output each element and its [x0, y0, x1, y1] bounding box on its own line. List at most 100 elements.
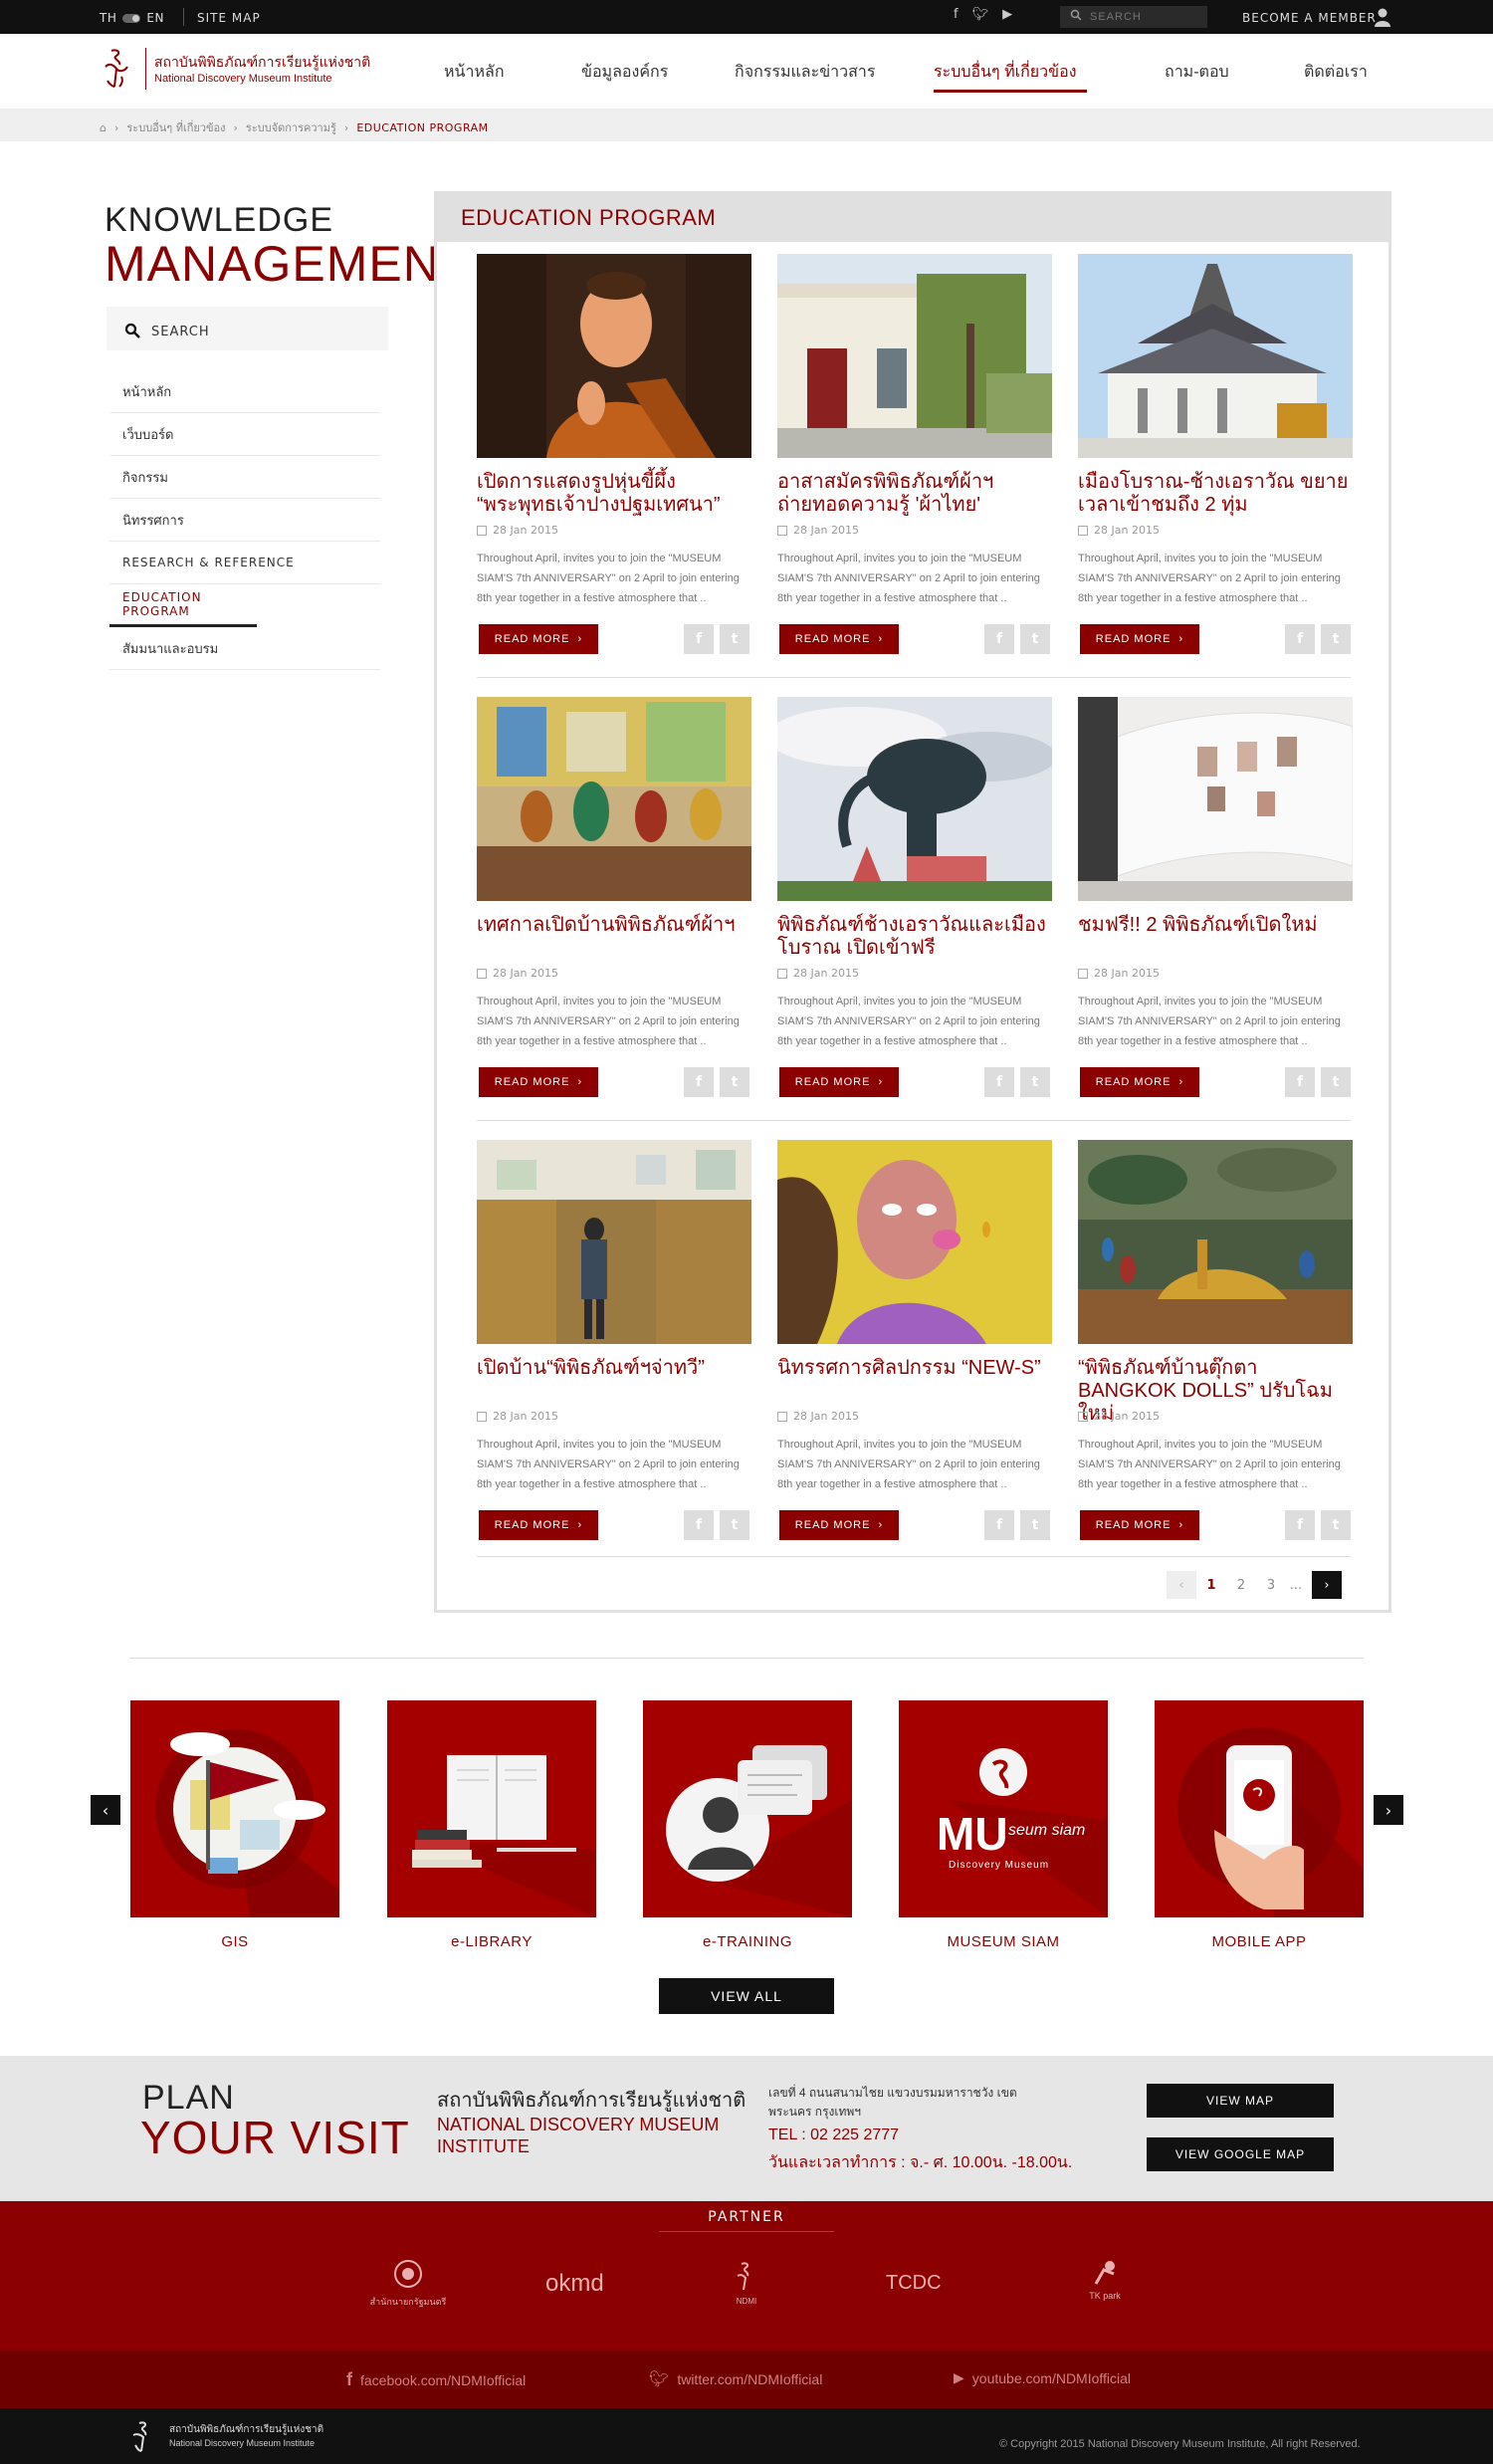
- service-tile-museum-siam[interactable]: MU seum siam Discovery Museum: [899, 1700, 1108, 1917]
- lang-en[interactable]: EN: [146, 11, 164, 25]
- nav-related-systems[interactable]: ระบบอื่นๆ ที่เกี่ยวข้อง: [934, 60, 1077, 85]
- home-icon[interactable]: ⌂: [100, 121, 107, 134]
- sidebar-item-research[interactable]: RESEARCH & REFERENCE: [109, 542, 380, 584]
- nav-faq[interactable]: ถาม-ตอบ: [1165, 60, 1229, 85]
- read-more-button[interactable]: READ MORE ›: [779, 1510, 899, 1540]
- service-label-etraining[interactable]: e-TRAINING: [643, 1933, 852, 1950]
- language-toggle[interactable]: [122, 13, 141, 23]
- language-switch[interactable]: TH EN: [100, 11, 164, 25]
- facebook-share-icon[interactable]: f: [684, 1067, 714, 1097]
- facebook-icon[interactable]: f: [954, 7, 959, 22]
- article-image-dolls-diorama[interactable]: [1078, 1140, 1353, 1344]
- view-map-button[interactable]: VIEW MAP: [1147, 2084, 1334, 2118]
- facebook-share-icon[interactable]: f: [684, 624, 714, 654]
- twitter-share-icon[interactable]: t: [1020, 1067, 1050, 1097]
- twitter-icon[interactable]: 🐦︎: [972, 7, 989, 22]
- view-all-button[interactable]: VIEW ALL: [659, 1978, 834, 2014]
- sitemap-link[interactable]: SITE MAP: [197, 11, 261, 25]
- sidebar-item-seminar[interactable]: สัมมนาและอบรม: [109, 627, 380, 670]
- facebook-share-icon[interactable]: f: [1285, 1510, 1315, 1540]
- twitter-share-icon[interactable]: t: [720, 624, 749, 654]
- sidebar-item-activities[interactable]: กิจกรรม: [109, 456, 380, 499]
- breadcrumb-item[interactable]: ระบบอื่นๆ ที่เกี่ยวข้อง: [126, 118, 225, 136]
- facebook-share-icon[interactable]: f: [984, 624, 1014, 654]
- nav-organization[interactable]: ข้อมูลองค์กร: [581, 60, 668, 85]
- read-more-button[interactable]: READ MORE ›: [1080, 624, 1199, 654]
- read-more-button[interactable]: READ MORE ›: [779, 624, 899, 654]
- article-image-art-painting[interactable]: [777, 1140, 1052, 1344]
- article-title[interactable]: อาสาสมัครพิพิธภัณฑ์ผ้าฯ ถ่ายทอดความรู้ '…: [777, 471, 1056, 517]
- partner-logo-tcdc[interactable]: TCDC: [886, 2272, 942, 2295]
- article-title[interactable]: เปิดการแสดงรูปหุ่นขี้ผึ้ง “พระพุทธเจ้าปา…: [477, 471, 755, 517]
- youtube-icon[interactable]: ▶: [1002, 7, 1012, 22]
- user-icon[interactable]: [1374, 7, 1391, 27]
- twitter-share-icon[interactable]: t: [1321, 624, 1351, 654]
- youtube-link[interactable]: ▶ youtube.com/NDMIofficial: [954, 2369, 1131, 2386]
- read-more-button[interactable]: READ MORE ›: [479, 1510, 598, 1540]
- article-image-erawan-elephant[interactable]: [777, 697, 1052, 901]
- twitter-share-icon[interactable]: t: [1321, 1067, 1351, 1097]
- partner-logo-ndmi[interactable]: NDMI: [727, 2260, 766, 2306]
- article-title[interactable]: ชมฟรี!! 2 พิพิธภัณฑ์เปิดใหม่: [1078, 914, 1357, 937]
- become-member-link[interactable]: BECOME A MEMBER: [1242, 11, 1377, 25]
- read-more-button[interactable]: READ MORE ›: [779, 1067, 899, 1097]
- twitter-share-icon[interactable]: t: [720, 1067, 749, 1097]
- pagination-prev-button[interactable]: ‹: [1167, 1571, 1196, 1599]
- twitter-link[interactable]: 🐦︎ twitter.com/NDMIofficial: [649, 2369, 822, 2389]
- carousel-prev-button[interactable]: ‹: [91, 1795, 120, 1825]
- nav-activities-news[interactable]: กิจกรรมและข่าวสาร: [735, 60, 875, 85]
- nav-home[interactable]: หน้าหลัก: [444, 60, 505, 85]
- pagination-page[interactable]: 1: [1196, 1571, 1226, 1599]
- facebook-share-icon[interactable]: f: [984, 1510, 1014, 1540]
- read-more-button[interactable]: READ MORE ›: [479, 1067, 598, 1097]
- facebook-share-icon[interactable]: f: [984, 1067, 1014, 1097]
- facebook-share-icon[interactable]: f: [684, 1510, 714, 1540]
- facebook-share-icon[interactable]: f: [1285, 1067, 1315, 1097]
- carousel-next-button[interactable]: ›: [1374, 1795, 1403, 1825]
- read-more-button[interactable]: READ MORE ›: [479, 624, 598, 654]
- service-tile-etraining[interactable]: [643, 1700, 852, 1917]
- facebook-share-icon[interactable]: f: [1285, 624, 1315, 654]
- ndmi-logo-icon[interactable]: [100, 47, 133, 93]
- sidebar-item-exhibition[interactable]: นิทรรศการ: [109, 499, 380, 542]
- service-tile-gis[interactable]: [130, 1700, 339, 1917]
- partner-logo-okmd[interactable]: okmd: [545, 2270, 604, 2298]
- twitter-share-icon[interactable]: t: [1020, 624, 1050, 654]
- article-title[interactable]: พิพิธภัณฑ์ช้างเอราวัณและเมืองโบราณ เปิดเ…: [777, 914, 1056, 960]
- article-image-building[interactable]: [777, 254, 1052, 458]
- partner-logo-pmo[interactable]: สำนักนายกรัฐมนตรี: [363, 2260, 453, 2309]
- partner-logo-tkpark[interactable]: TK park: [1080, 2260, 1130, 2301]
- pagination-next-button[interactable]: ›: [1312, 1571, 1342, 1599]
- sidebar-item-home[interactable]: หน้าหลัก: [109, 370, 380, 413]
- article-title[interactable]: เปิดบ้าน“พิพิธภัณฑ์ฯจ่าทวี”: [477, 1357, 755, 1380]
- article-title[interactable]: นิทรรศการศิลปกรรม “NEW-S”: [777, 1357, 1056, 1380]
- pagination-page[interactable]: 2: [1226, 1571, 1256, 1599]
- sidebar-item-webboard[interactable]: เว็บบอร์ด: [109, 413, 380, 456]
- sidebar-search[interactable]: [107, 307, 388, 350]
- service-label-mobile-app[interactable]: MOBILE APP: [1155, 1933, 1364, 1950]
- article-title[interactable]: เมืองโบราณ-ช้างเอราวัณ ขยายเวลาเข้าชมถึง…: [1078, 471, 1357, 517]
- service-label-gis[interactable]: GIS: [130, 1933, 339, 1950]
- read-more-button[interactable]: READ MORE ›: [1080, 1067, 1199, 1097]
- twitter-share-icon[interactable]: t: [720, 1510, 749, 1540]
- service-tile-elibrary[interactable]: [387, 1700, 596, 1917]
- article-image-festival[interactable]: [477, 697, 751, 901]
- article-image-exhibition-hall[interactable]: [1078, 697, 1353, 901]
- read-more-button[interactable]: READ MORE ›: [1080, 1510, 1199, 1540]
- article-image-museum-visitor[interactable]: [477, 1140, 751, 1344]
- twitter-share-icon[interactable]: t: [1020, 1510, 1050, 1540]
- search-input[interactable]: [1060, 6, 1207, 28]
- breadcrumb-item[interactable]: ระบบจัดการความรู้: [246, 118, 336, 136]
- facebook-link[interactable]: f facebook.com/NDMIofficial: [346, 2369, 526, 2390]
- pagination-page[interactable]: 3: [1256, 1571, 1286, 1599]
- ndmi-footer-logo-icon[interactable]: [129, 2419, 157, 2453]
- service-label-museum-siam[interactable]: MUSEUM SIAM: [899, 1933, 1108, 1950]
- service-label-elibrary[interactable]: e-LIBRARY: [387, 1933, 596, 1950]
- sidebar-item-education-program[interactable]: EDUCATION PROGRAM: [109, 584, 257, 627]
- nav-contact[interactable]: ติดต่อเรา: [1304, 60, 1368, 85]
- twitter-share-icon[interactable]: t: [1321, 1510, 1351, 1540]
- lang-th[interactable]: TH: [100, 11, 116, 25]
- article-image-thai-temple[interactable]: [1078, 254, 1353, 458]
- view-google-map-button[interactable]: VIEW GOOGLE MAP: [1147, 2137, 1334, 2171]
- article-image-buddha[interactable]: [477, 254, 751, 458]
